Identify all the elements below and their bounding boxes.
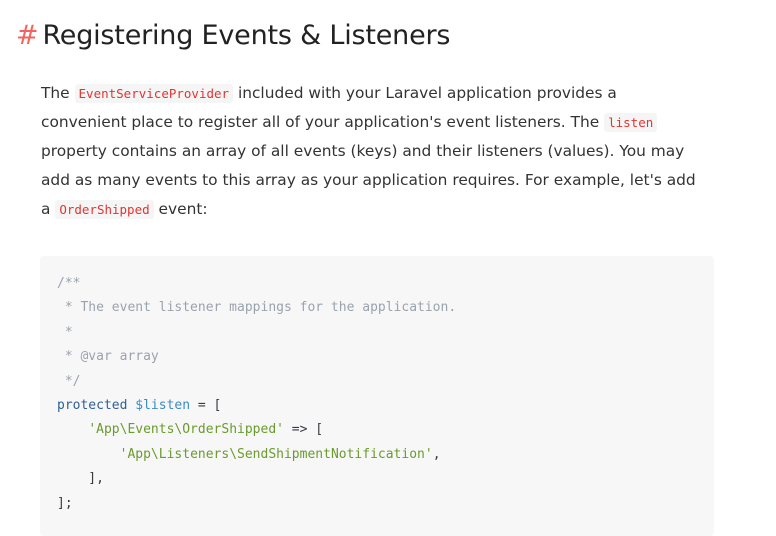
code-comment-line: * @var array [57,349,159,365]
text-fragment: event: [153,200,208,218]
text-fragment: convenient place to register all of your… [41,113,605,131]
code-content: /** * The event listener mappings for th… [57,272,714,516]
heading-title: Registering Events & Listeners [42,20,451,51]
code-punctuation: , [432,446,441,462]
paragraph-line: convenient place to register all of your… [41,108,731,137]
code-line: 'App\Listeners\SendShipmentNotification'… [57,443,714,467]
inline-code-listen: listen [604,113,658,132]
code-comment-line: * The event listener mappings for the ap… [57,300,457,316]
description-paragraph: The EventServiceProvider included with y… [41,79,731,224]
paragraph-line: property contains an array of all events… [41,142,685,160]
inline-code-ordershipped: OrderShipped [55,200,154,219]
code-punctuation: => [ [283,422,324,438]
paragraph-line: add as many events to this array as your… [41,171,696,189]
code-variable: $listen [135,398,191,414]
code-punctuation: = [ [190,398,222,414]
code-line: ]; [57,495,73,511]
code-comment-line: */ [57,373,81,389]
code-line: 'App\Events\OrderShipped' => [ [57,418,714,442]
code-line: protected $listen = [ [57,394,714,418]
code-keyword: protected [57,398,128,414]
code-line: ], [57,471,104,487]
code-string: 'App\Listeners\SendShipmentNotification' [119,446,433,462]
paragraph-line: a OrderShipped event: [41,195,731,224]
code-string: 'App\Events\OrderShipped' [88,422,284,438]
text-fragment: The [41,84,75,102]
code-comment-line: * [57,324,73,340]
section-heading: # Registering Events & Listeners [16,20,450,51]
inline-code-eventserviceprovider: EventServiceProvider [74,84,234,103]
text-fragment: a [41,200,56,218]
paragraph-line: The EventServiceProvider included with y… [41,79,731,108]
code-comment-line: /** [57,276,81,291]
code-block[interactable]: /** * The event listener mappings for th… [40,256,714,536]
heading-anchor-link[interactable]: # [16,20,39,51]
text-fragment: included with your Laravel application p… [233,84,617,102]
